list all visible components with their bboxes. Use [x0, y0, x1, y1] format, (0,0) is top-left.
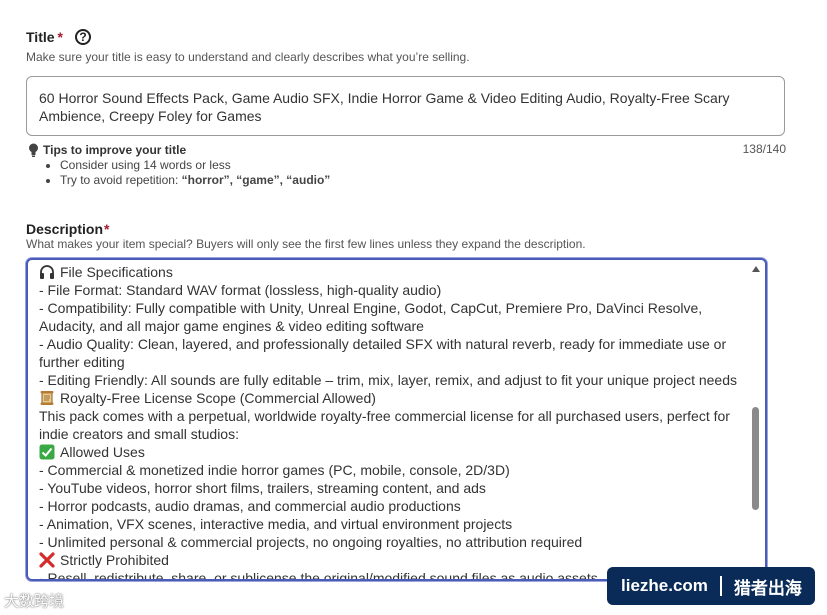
tips-list: Consider using 14 words or less Try to a…	[28, 158, 330, 188]
description-content: File Specifications - File Format: Stand…	[39, 263, 743, 579]
lightbulb-icon	[29, 143, 38, 157]
description-line: - File Format: Standard WAV format (loss…	[39, 282, 442, 298]
badge-site: liezhe.com	[621, 576, 708, 595]
required-asterisk: *	[104, 221, 110, 237]
scrollbar-thumb[interactable]	[752, 407, 759, 510]
description-line: - Audio Quality: Clean, layered, and pro…	[39, 336, 727, 352]
description-hint: What makes your item special? Buyers wil…	[26, 237, 586, 251]
corner-watermark: 大数跨境	[4, 593, 65, 610]
description-line-text: Strictly Prohibited	[60, 552, 169, 568]
title-tips: Tips to improve your title Consider usin…	[28, 143, 330, 188]
description-line: - Editing Friendly: All sounds are fully…	[39, 372, 738, 388]
description-line: - Unlimited personal & commercial projec…	[39, 534, 583, 550]
description-line: - Horror podcasts, audio dramas, and com…	[39, 498, 461, 514]
tips-heading: Tips to improve your title	[28, 143, 330, 157]
description-line: - YouTube videos, horror short films, tr…	[39, 480, 486, 496]
description-line: indie creators and small studios:	[39, 426, 239, 442]
title-label-text: Title	[26, 29, 55, 45]
title-label: Title * ?	[26, 29, 91, 45]
description-line-text: Royalty-Free License Scope (Commercial A…	[60, 390, 376, 406]
description-line: further editing	[39, 354, 125, 370]
title-input[interactable]: 60 Horror Sound Effects Pack, Game Audio…	[26, 76, 785, 136]
tip-item: Consider using 14 words or less	[60, 158, 330, 173]
description-line: - Commercial & monetized indie horror ga…	[39, 462, 510, 478]
site-badge: liezhe.com 猎者出海	[607, 567, 815, 605]
tips-heading-text: Tips to improve your title	[43, 143, 187, 157]
title-char-counter: 138/140	[742, 142, 786, 156]
scroll-icon	[40, 391, 54, 405]
help-question-icon[interactable]: ?	[74, 29, 91, 45]
tip-item-prefix: Try to avoid repetition:	[60, 173, 182, 187]
description-line: Royalty-Free License Scope (Commercial A…	[39, 389, 743, 407]
description-line-text: File Specifications	[60, 264, 173, 280]
badge-tagline: 猎者出海	[733, 578, 802, 598]
headphones-icon	[40, 265, 54, 279]
badge-divider	[719, 576, 722, 596]
description-line: - Compatibility: Fully compatible with U…	[39, 300, 703, 316]
cross-mark-icon	[39, 552, 55, 568]
title-hint: Make sure your title is easy to understa…	[26, 50, 470, 64]
description-line: Allowed Uses	[39, 443, 743, 461]
required-asterisk: *	[57, 29, 63, 45]
check-mark-icon	[39, 444, 55, 460]
title-value-line-1: 60 Horror Sound Effects Pack, Game Audio…	[39, 90, 730, 106]
description-label-text: Description	[26, 221, 104, 237]
tip-item: Try to avoid repetition: “horror”, “game…	[60, 173, 330, 188]
description-textarea[interactable]: File Specifications - File Format: Stand…	[26, 258, 767, 581]
description-line: - Animation, VFX scenes, interactive med…	[39, 516, 513, 532]
description-line: Audacity, and all major game engines & v…	[39, 318, 424, 334]
scroll-up-arrow-icon[interactable]	[750, 264, 762, 274]
description-line: File Specifications	[39, 263, 743, 281]
description-scrollbar[interactable]	[750, 264, 762, 575]
title-value-line-2: Ambience, Creepy Foley for Games	[39, 108, 262, 124]
description-label: Description *	[26, 221, 109, 237]
description-line-text: Allowed Uses	[60, 444, 145, 460]
tip-item-repeated-words: “horror”, “game”, “audio”	[181, 173, 331, 187]
description-line: This pack comes with a perpetual, worldw…	[39, 408, 730, 424]
